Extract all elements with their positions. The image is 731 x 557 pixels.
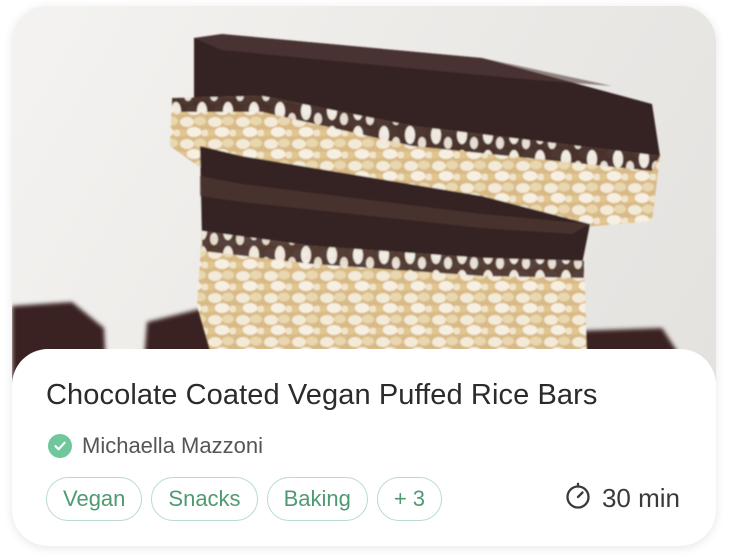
cook-time-value: 30 min (601, 483, 680, 513)
tag-list: Vegan Snacks Baking + 3 (46, 477, 443, 521)
recipe-info-panel: Chocolate Coated Vegan Puffed Rice Bars … (12, 349, 716, 546)
recipe-image (12, 34, 677, 386)
verified-check-icon (48, 434, 72, 458)
author-name[interactable]: Michaella Mazzoni (82, 433, 263, 459)
tag-snacks[interactable]: Snacks (151, 477, 258, 521)
tag-baking[interactable]: Baking (266, 477, 368, 521)
recipe-card[interactable]: Chocolate Coated Vegan Puffed Rice Bars … (12, 6, 716, 546)
timer-icon (564, 482, 592, 515)
more-tags-button[interactable]: + 3 (376, 477, 443, 521)
author-row[interactable]: Michaella Mazzoni (48, 433, 263, 459)
recipe-photo[interactable] (12, 6, 716, 386)
tag-vegan[interactable]: Vegan (46, 477, 143, 521)
cook-time: 30 min (564, 482, 680, 515)
recipe-title[interactable]: Chocolate Coated Vegan Puffed Rice Bars (46, 379, 598, 412)
